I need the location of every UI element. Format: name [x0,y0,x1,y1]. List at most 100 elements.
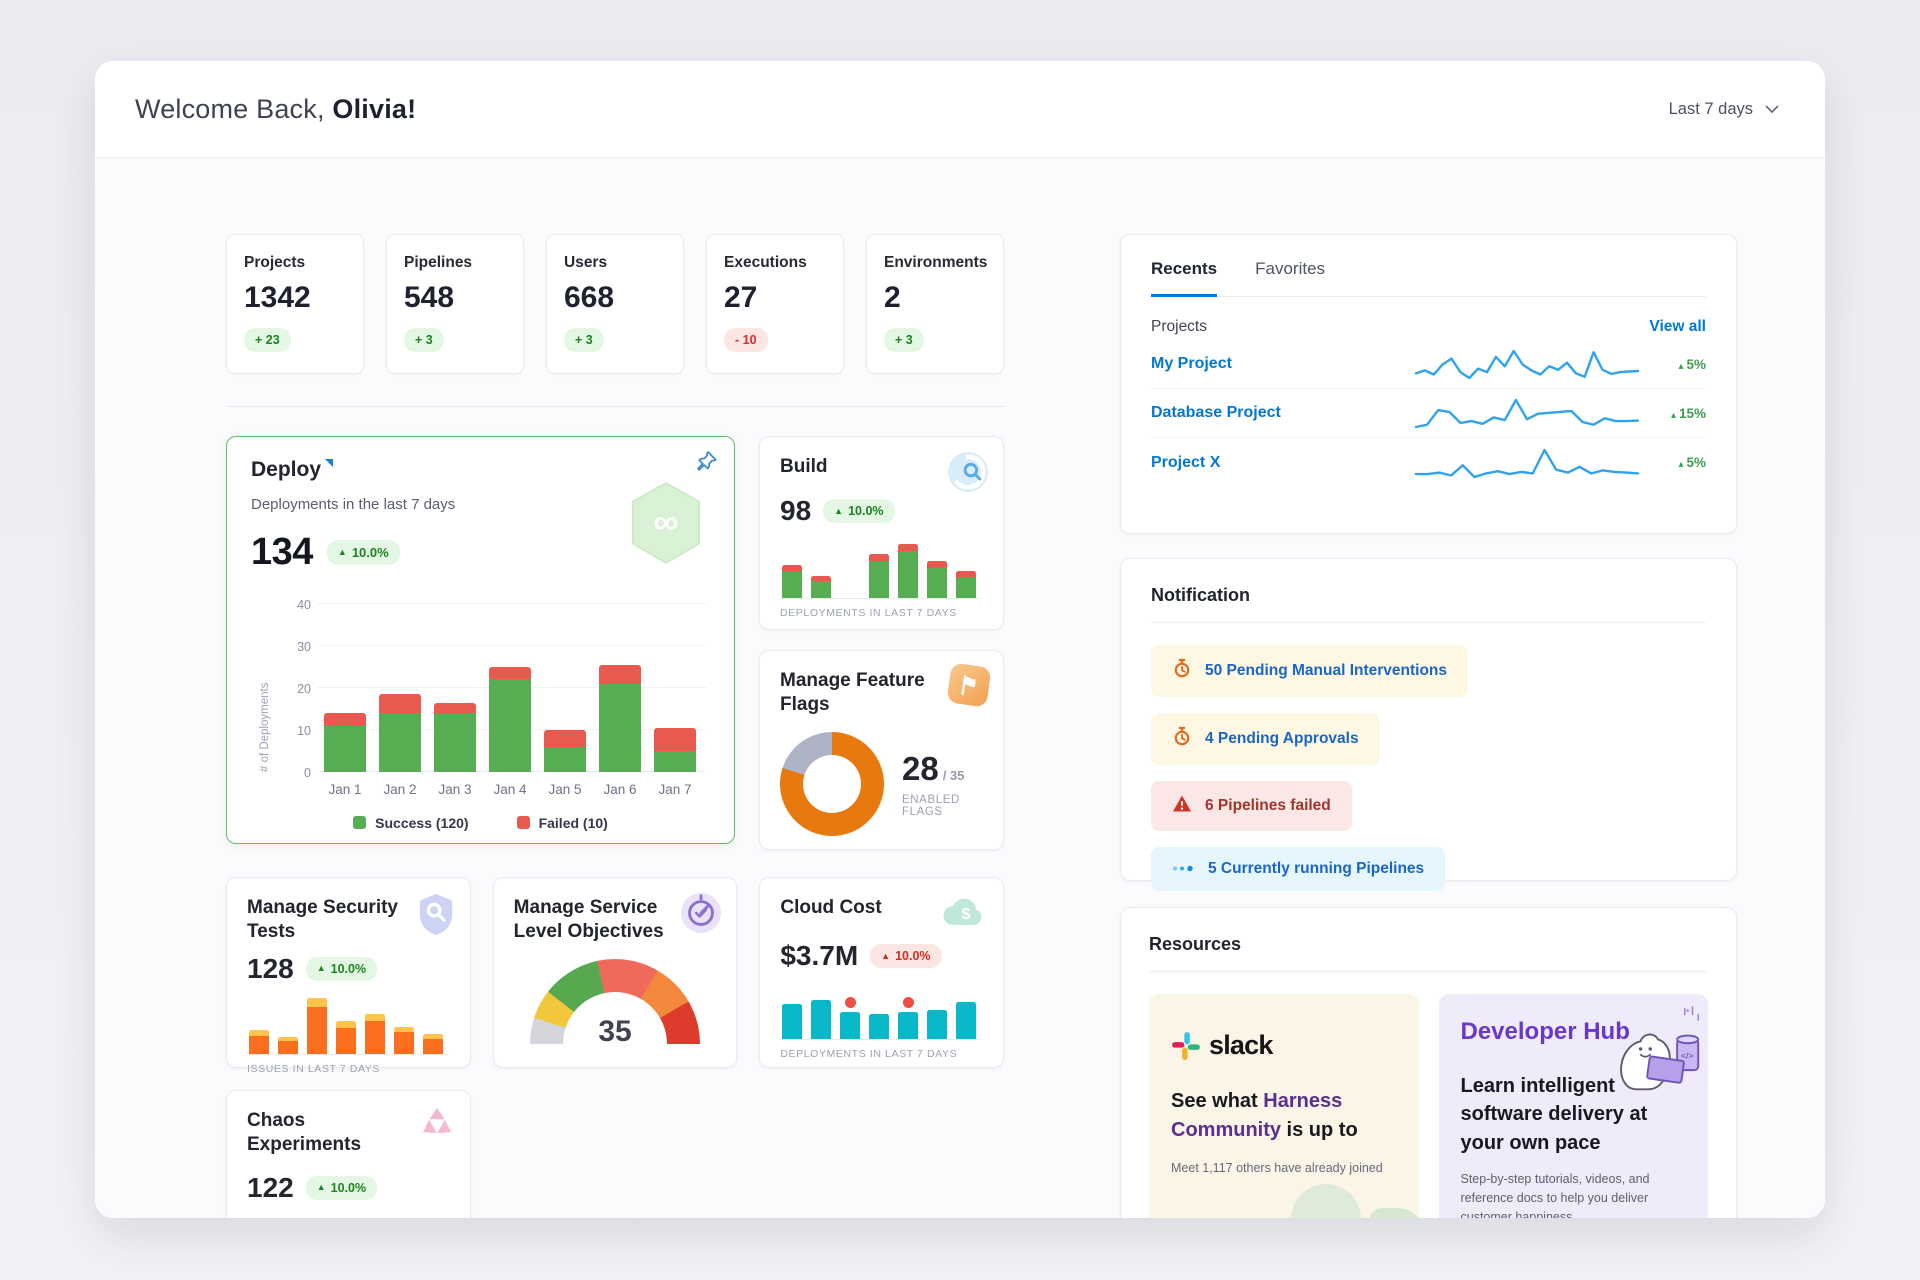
cloud-cost-module-card[interactable]: Cloud Cost $ $3.7M ▲10.0% DEPLOYMENTS IN… [759,877,1004,1068]
project-row: Database Project ▴15% [1151,389,1706,438]
security-mini-bar-chart [247,995,449,1055]
stat-label: Pipelines [404,254,506,272]
chaos-delta-badge: ▲10.0% [306,1176,377,1200]
legend-failed: Failed (10) [517,815,608,831]
notification-list: 50 Pending Manual Interventions 4 Pendin… [1151,645,1706,891]
project-link-database-project[interactable]: Database Project [1151,404,1281,422]
build-caption: DEPLOYMENTS IN LAST 7 DAYS [780,607,983,619]
slo-module-card[interactable]: Manage Service Level Objectives 35 [493,877,738,1068]
project-link-my-project[interactable]: My Project [1151,355,1232,373]
slack-community-card[interactable]: slack See what Harness Community is up t… [1149,994,1419,1218]
left-column: Projects 1342 + 23 Pipelines 548 + 3 Use… [226,234,1004,1218]
dashboard-content: Projects 1342 + 23 Pipelines 548 + 3 Use… [95,158,1825,1218]
stat-value: 27 [724,281,826,315]
tab-recents[interactable]: Recents [1151,259,1217,297]
cloud-cost-caption: DEPLOYMENTS IN LAST 7 DAYS [780,1048,983,1060]
modules-row-2: Manage Security Tests 128 ▲10.0% ISSUES … [226,877,1004,1068]
view-all-link[interactable]: View all [1649,318,1706,336]
notification-pending-approvals[interactable]: 4 Pending Approvals [1151,713,1380,765]
stat-label: Projects [244,254,346,272]
notification-pending-interventions[interactable]: 50 Pending Manual Interventions [1151,645,1468,697]
slack-heading: See what Harness Community is up to [1171,1087,1381,1145]
stat-value: 548 [404,281,506,315]
devhub-illustration-icon: </> [1608,1004,1704,1099]
project-sparkline [1412,344,1642,384]
trend-up-icon: ▴ [1678,361,1683,372]
svg-text:∞: ∞ [654,503,679,542]
project-link-project-x[interactable]: Project X [1151,454,1220,472]
notification-running-pipelines[interactable]: 5 Currently running Pipelines [1151,847,1445,891]
chaos-title: Chaos Experiments [247,1109,387,1158]
project-row: Project X ▴5% [1151,438,1706,487]
divider [226,406,1004,407]
dashboard-window: Welcome Back, Olivia! Last 7 days Projec… [95,61,1825,1218]
slack-logo: slack [1171,1030,1397,1061]
trend-up-icon: ▲ [317,1183,326,1192]
feature-flags-module-card[interactable]: Manage Feature Flags 28/ 35 ENABLED FLAG… [759,650,1004,850]
cloud-cost-delta-badge: ▲10.0% [870,944,941,968]
devhub-body: Step-by-step tutorials, videos, and refe… [1461,1170,1671,1218]
chevron-down-icon [1765,100,1779,119]
stat-card-pipelines: Pipelines 548 + 3 [386,234,524,374]
security-caption: ISSUES IN LAST 7 DAYS [247,1063,450,1075]
developer-hub-card[interactable]: Developer Hub </> [1439,994,1709,1218]
deploy-title: Deploy [251,457,321,484]
trend-up-icon: ▴ [1671,410,1676,421]
build-ci-icon [947,451,989,498]
divider [1149,971,1708,972]
security-delta-badge: ▲10.0% [306,957,377,981]
flags-count: 28 [902,750,939,787]
cloud-cost-mini-bar-chart [780,980,982,1040]
tab-favorites[interactable]: Favorites [1255,259,1325,296]
time-range-label: Last 7 days [1669,100,1753,119]
failed-swatch [517,816,530,829]
time-range-dropdown[interactable]: Last 7 days [1669,100,1779,119]
recents-tabs: Recents Favorites [1151,259,1706,297]
svg-text:</>: </> [1681,1051,1693,1061]
trend-up-icon: ▲ [834,507,843,516]
flags-caption: ENABLED FLAGS [902,794,983,818]
svg-text:$: $ [962,906,971,923]
resources-panel: Resources slack See what Harness Communi… [1120,907,1737,1218]
notification-panel: Notification 50 Pending Manual Intervent… [1120,558,1737,881]
security-shield-icon [416,892,456,941]
build-module-card[interactable]: Build 98 ▲10.0% DEPLOYMENTS IN LAST 7 DA… [759,436,1004,630]
projects-section-label: Projects [1151,318,1207,336]
notification-pipelines-failed[interactable]: 6 Pipelines failed [1151,781,1352,831]
modules-stack: Build 98 ▲10.0% DEPLOYMENTS IN LAST 7 DA… [759,436,1004,850]
stat-label: Executions [724,254,826,272]
flags-total: / 35 [943,768,965,783]
slack-caption: Meet 1,117 others have already joined [1171,1161,1397,1175]
slo-title: Manage Service Level Objectives [514,896,679,945]
chaos-module-card[interactable]: Chaos Experiments 122 ▲10.0% [226,1090,471,1218]
enabled-flags-values: 28 / 35 ENABLED FLAGS [902,750,983,818]
legend-success-label: Success (120) [375,815,468,831]
stat-value: 668 [564,281,666,315]
trend-up-icon: ▴ [1678,459,1683,470]
security-count: 128 [247,953,294,985]
security-tests-module-card[interactable]: Manage Security Tests 128 ▲10.0% ISSUES … [226,877,471,1068]
slo-clock-icon [680,892,722,939]
cloud-dollar-icon: $ [941,892,989,933]
slo-value: 35 [530,1015,700,1049]
stat-delta-badge: + 3 [404,328,444,352]
deployments-bar-chart: # of Deployments010203040Jan 1Jan 2Jan 3… [319,604,705,797]
timer-icon [1172,658,1192,684]
success-swatch [353,816,366,829]
build-delta-badge: ▲10.0% [823,499,894,523]
recent-projects-list: My Project ▴5% Database Project ▴15% Pro… [1151,340,1706,487]
stat-card-executions: Executions 27 - 10 [706,234,844,374]
deploy-delta-badge: ▲10.0% [327,540,400,565]
slack-hash-icon [1171,1031,1201,1061]
modules-row-1: Deploy ∞ Deployments in the last 7 days … [226,436,1004,850]
legend-failed-label: Failed (10) [539,815,608,831]
chaos-count: 122 [247,1172,294,1204]
slo-gauge-chart: 35 [530,959,700,1049]
pin-icon[interactable] [696,451,718,478]
timer-icon [1172,726,1192,752]
stat-delta-badge: + 23 [244,328,291,352]
deploy-module-card[interactable]: Deploy ∞ Deployments in the last 7 days … [226,436,735,844]
resource-cards: slack See what Harness Community is up t… [1149,994,1708,1218]
stat-delta-badge: - 10 [724,328,768,352]
stat-label: Environments [884,254,986,272]
